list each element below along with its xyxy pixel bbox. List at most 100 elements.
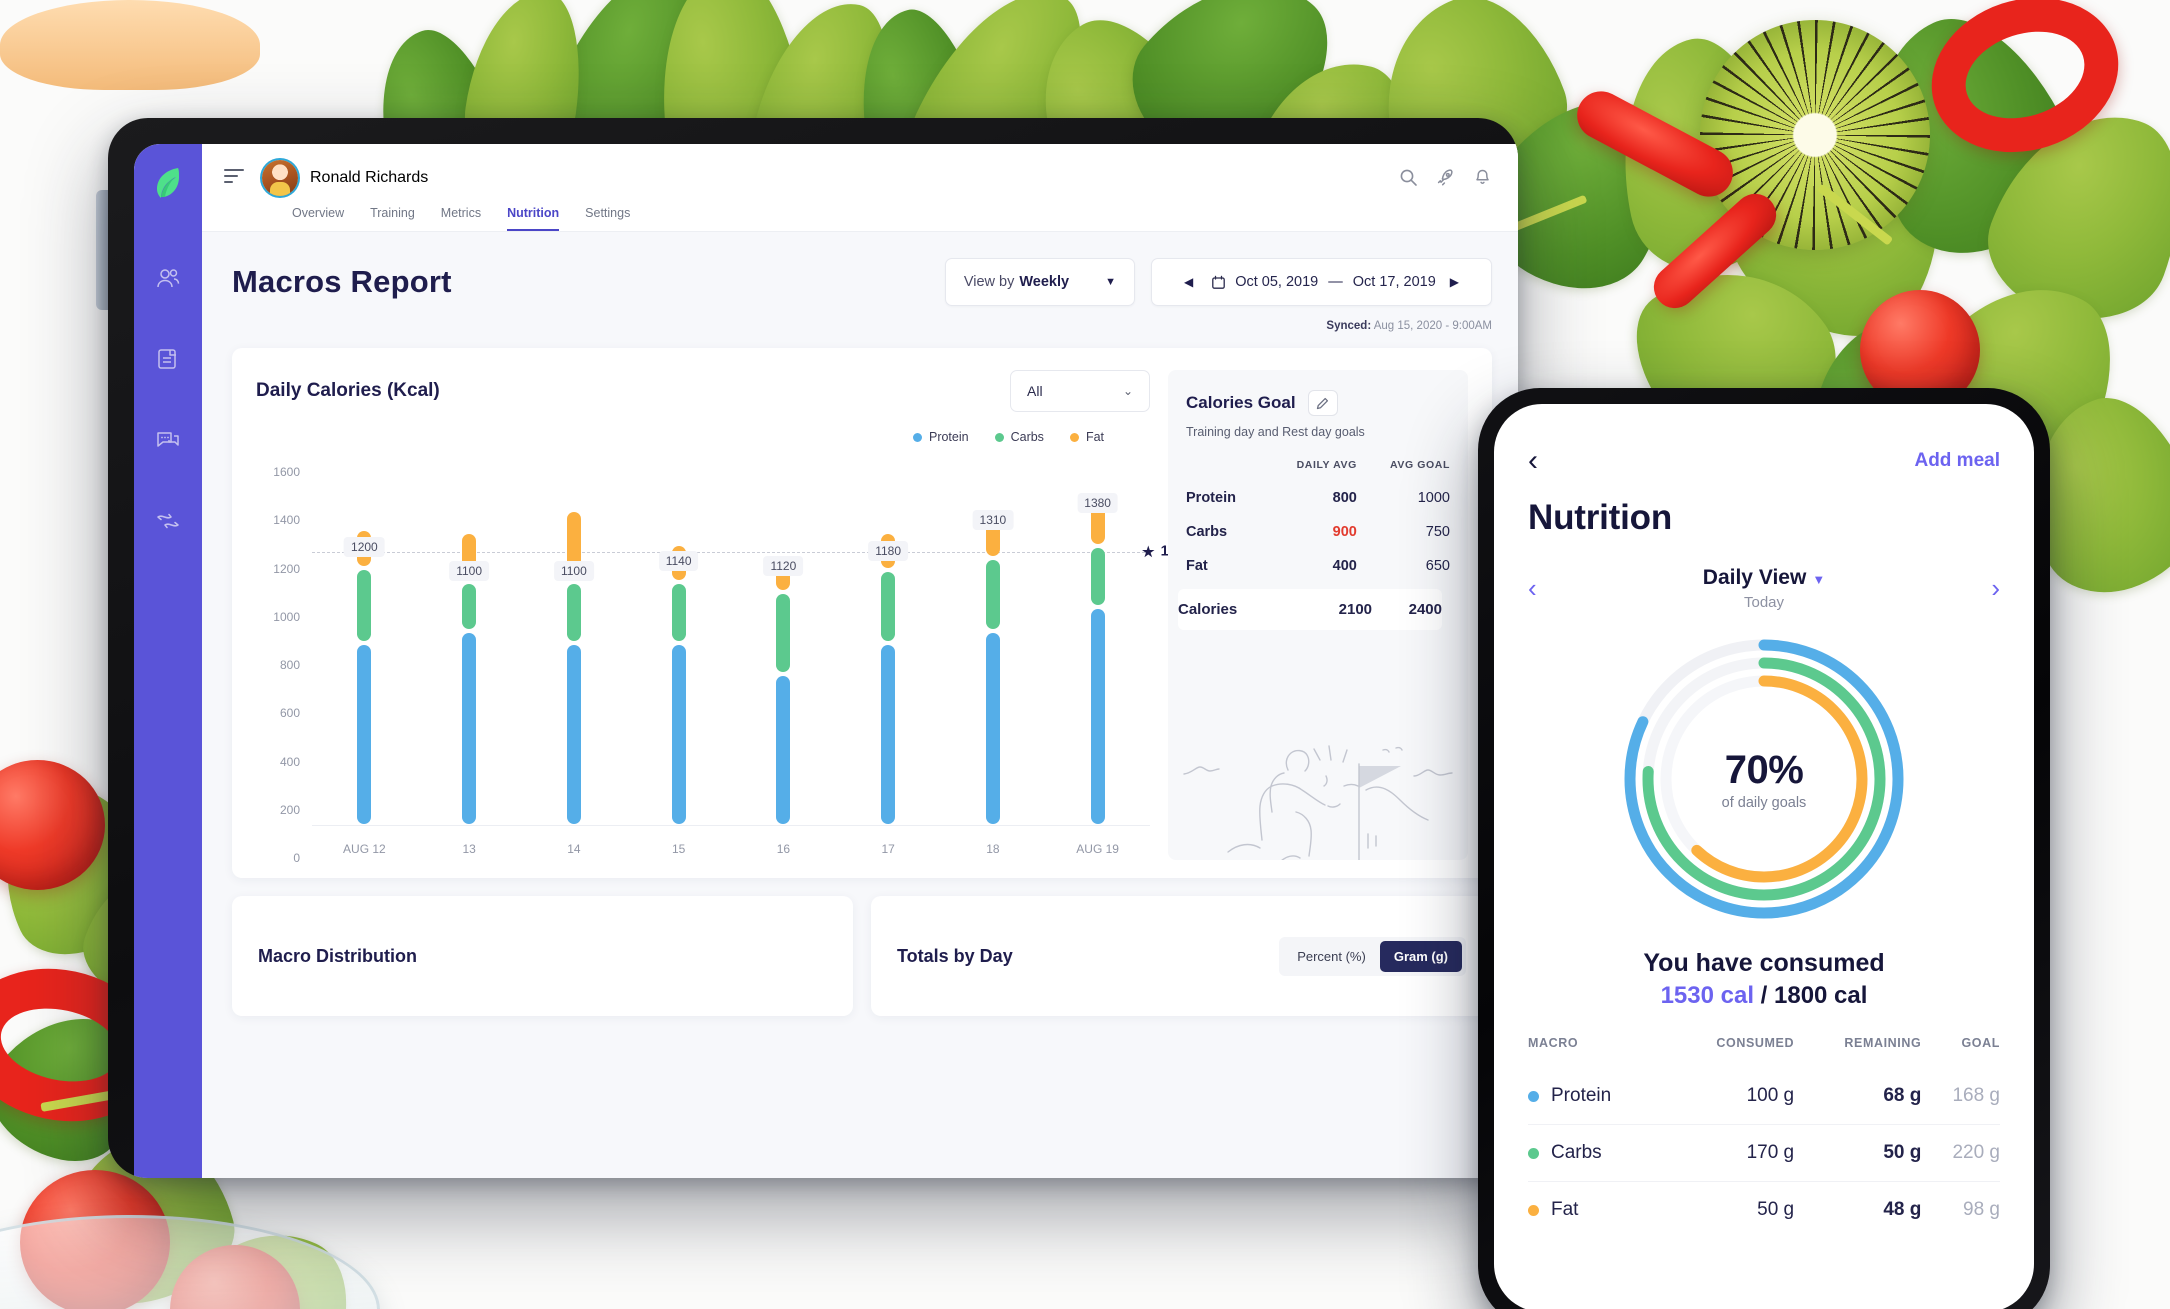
- gp-total-avg-goal: 2400: [1408, 601, 1442, 618]
- table-row: Calories 2100 2400: [1178, 589, 1442, 630]
- mountain-flag-illustration: [1183, 745, 1453, 860]
- x-axis-baseline: [312, 825, 1150, 826]
- percent-option[interactable]: Percent (%): [1283, 941, 1380, 972]
- bar-value-label: 1120: [763, 555, 804, 576]
- y-axis-tick: 600: [279, 706, 300, 721]
- sidebar-item-messages[interactable]: [155, 427, 181, 458]
- col-consumed: CONSUMED: [1716, 1036, 1795, 1050]
- star-icon: ★: [1142, 543, 1155, 560]
- sauce-dish: [0, 0, 260, 90]
- daily-goals-donut: 70% of daily goals: [1614, 629, 1914, 929]
- macro-name-cell: Protein: [1528, 1068, 1666, 1125]
- macro-name: Carbs: [1551, 1142, 1602, 1163]
- consumed-value: 1530 cal: [1660, 982, 1754, 1009]
- macro-name: Protein: [1551, 1085, 1612, 1106]
- rocket-icon[interactable]: [1436, 168, 1455, 187]
- leaf-logo-icon[interactable]: [152, 166, 184, 205]
- edit-goal-button[interactable]: [1307, 390, 1338, 416]
- chevron-down-icon: ⌄: [1122, 384, 1133, 398]
- bar-segment-carbs: [566, 584, 581, 641]
- bar-segment-protein: [881, 644, 896, 824]
- daily-calories-card: Daily Calories (Kcal) All ⌄ Protein Carbs…: [232, 348, 1492, 878]
- hamburger-icon[interactable]: [224, 169, 244, 187]
- date-range-end: Oct 17, 2019: [1352, 274, 1436, 290]
- tab-metrics[interactable]: Metrics: [441, 200, 481, 231]
- legend-item[interactable]: Carbs: [994, 430, 1044, 444]
- back-chevron-icon[interactable]: ‹: [1528, 446, 1538, 476]
- x-axis-label: 17: [881, 842, 895, 856]
- consumed-headline: You have consumed: [1643, 949, 1885, 977]
- sidebar-item-transfers[interactable]: [155, 508, 181, 539]
- y-axis-tick: 1400: [273, 513, 300, 528]
- tablet-device: Ronald Richards Overview Training Metric…: [108, 118, 1518, 1178]
- view-by-select[interactable]: View by Weekly ▼: [944, 258, 1135, 306]
- sidebar-item-documents[interactable]: [155, 346, 181, 377]
- gp-total-name: Calories: [1178, 601, 1238, 618]
- app-sidebar: [134, 144, 202, 1178]
- donut-percent: 70%: [1724, 747, 1804, 792]
- next-day-button[interactable]: ›: [1991, 573, 2000, 604]
- legend-item[interactable]: Protein: [912, 430, 969, 444]
- tab-training[interactable]: Training: [370, 200, 415, 231]
- gp-total-daily-avg: 2100: [1338, 601, 1373, 618]
- phone-page-title: Nutrition: [1528, 498, 1672, 537]
- consumed-goal: 1800 cal: [1774, 982, 1868, 1009]
- sidebar-item-users[interactable]: [155, 265, 181, 296]
- units-toggle: Percent (%) Gram (g): [1279, 936, 1466, 976]
- legend-color-dot: [994, 432, 1004, 442]
- add-meal-button[interactable]: Add meal: [1914, 450, 2000, 472]
- prev-period-button[interactable]: ◀: [1170, 275, 1207, 289]
- gp-row-name: Protein: [1186, 490, 1236, 506]
- table-row: Protein 800 1000: [1186, 481, 1450, 515]
- date-range-dash: —: [1328, 274, 1343, 290]
- macro-remaining: 68 g: [1883, 1085, 1922, 1106]
- col-remaining: REMAINING: [1844, 1036, 1922, 1050]
- glass-bowl: [0, 1215, 380, 1309]
- legend-label: Protein: [928, 430, 969, 444]
- x-axis-label: 14: [567, 842, 581, 856]
- chart-legend: Protein Carbs Fat: [256, 430, 1104, 444]
- avatar[interactable]: [262, 160, 298, 196]
- totals-by-day-card: Totals by Day Percent (%) Gram (g): [871, 896, 1492, 1016]
- chart-filter-select[interactable]: All ⌄: [1010, 370, 1150, 412]
- bar-segment-carbs: [671, 584, 686, 641]
- x-axis-label: 16: [776, 842, 791, 856]
- macro-consumed: 50 g: [1665, 1181, 1795, 1238]
- y-axis-tick: 400: [279, 754, 300, 769]
- chart-filter-value: All: [1027, 383, 1043, 399]
- legend-color-dot: [1069, 432, 1079, 442]
- x-axis-label: AUG 12: [343, 842, 386, 856]
- legend-color-dot: [912, 432, 922, 442]
- next-period-button[interactable]: ▶: [1436, 275, 1473, 289]
- table-row: Carbs 900 750: [1186, 515, 1450, 549]
- view-mode-selector[interactable]: Daily View ▼: [1537, 566, 1992, 590]
- tab-overview[interactable]: Overview: [292, 200, 344, 231]
- tab-nutrition[interactable]: Nutrition: [507, 200, 560, 231]
- macro-name-cell: Carbs: [1528, 1124, 1666, 1182]
- bar-segment-protein: [985, 632, 1000, 824]
- phone-screen: ‹ Add meal Nutrition ‹ Daily View ▼ Today…: [1494, 404, 2034, 1309]
- macro-goal: 220 g: [1921, 1124, 2000, 1182]
- bar-value-label: 1140: [658, 551, 699, 572]
- table-row: Carbs 170 g 50 g 220 g: [1528, 1124, 2000, 1182]
- consumed-separator: /: [1753, 982, 1774, 1009]
- legend-item[interactable]: Fat: [1069, 430, 1104, 444]
- tab-settings[interactable]: Settings: [585, 200, 630, 231]
- app-header: Ronald Richards Overview Training Metric…: [202, 144, 1518, 232]
- gram-option[interactable]: Gram (g): [1379, 940, 1462, 972]
- legend-label: Carbs: [1010, 430, 1044, 444]
- chart-region: Daily Calories (Kcal) All ⌄ Protein Carbs…: [256, 370, 1193, 865]
- bar-segment-protein: [462, 632, 477, 824]
- y-axis-tick: 200: [279, 802, 300, 817]
- gp-col-avg-goal: AVG GOAL: [1389, 459, 1450, 471]
- bar-segment-protein: [1090, 608, 1105, 824]
- prev-day-button[interactable]: ‹: [1528, 573, 1537, 604]
- gp-row-avg-goal: 650: [1425, 558, 1450, 574]
- page-title: Macros Report: [232, 264, 452, 299]
- bar-value-label: 1310: [972, 510, 1014, 531]
- search-icon[interactable]: [1399, 168, 1418, 187]
- bar-segment-carbs: [357, 569, 372, 641]
- bell-icon[interactable]: [1473, 168, 1492, 187]
- y-axis-tick: 1600: [273, 465, 300, 480]
- user-name: Ronald Richards: [310, 169, 429, 186]
